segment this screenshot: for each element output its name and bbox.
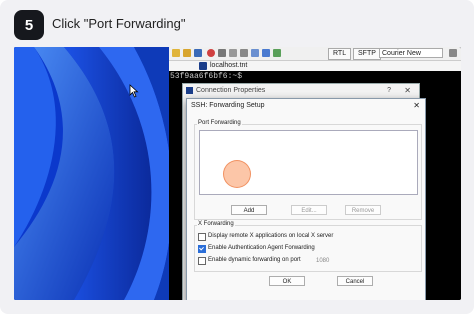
step-number-badge: 5: [14, 10, 44, 40]
dynamic-forwarding-option[interactable]: Enable dynamic forwarding on port: [198, 256, 301, 265]
option-label: Enable dynamic forwarding on port: [208, 257, 301, 263]
new-file-icon[interactable]: [172, 49, 180, 57]
log-icon[interactable]: [273, 49, 281, 57]
sftp-button[interactable]: SFTP: [353, 48, 381, 60]
checkbox[interactable]: [198, 245, 206, 253]
font-select[interactable]: Courier New: [379, 48, 443, 58]
checkbox[interactable]: [198, 233, 206, 241]
bloom-wallpaper-graphic: [14, 47, 169, 300]
dynamic-port-field[interactable]: 1080: [316, 258, 329, 264]
save-icon[interactable]: [194, 49, 202, 57]
session-tab-label: localhost.tnt: [210, 62, 248, 69]
close-icon[interactable]: ✕: [404, 84, 411, 97]
paste-icon[interactable]: [240, 49, 248, 57]
copy-icon[interactable]: [229, 49, 237, 57]
checkbox[interactable]: [198, 257, 206, 265]
help-button[interactable]: ?: [387, 84, 391, 97]
click-highlight-marker: [223, 160, 251, 188]
terminal-prompt: 53f9aa6f6bf6:~$: [170, 72, 243, 81]
print-icon[interactable]: [251, 49, 259, 57]
screenshot: RTL SFTP Courier New localhost.tnt 53f9a…: [14, 47, 461, 300]
settings-icon[interactable]: [218, 49, 226, 57]
port-forwarding-label[interactable]: Port Forwarding: [197, 120, 242, 126]
connection-properties-titlebar: Connection Properties ? ✕: [183, 84, 419, 97]
rtl-button[interactable]: RTL: [328, 48, 352, 60]
remove-button[interactable]: Remove: [345, 205, 381, 215]
agent-forwarding-option[interactable]: Enable Authentication Agent Forwarding: [198, 244, 315, 253]
desktop-wallpaper: [14, 47, 169, 300]
x-forwarding-label: X Forwarding: [197, 221, 235, 227]
app-icon: [186, 87, 193, 94]
option-label: Display remote X applications on local X…: [208, 233, 334, 239]
close-icon[interactable]: ✕: [413, 101, 420, 110]
connection-properties-title: Connection Properties: [196, 87, 266, 94]
add-button[interactable]: Add: [231, 205, 267, 215]
font-size-icon[interactable]: [449, 49, 457, 57]
edit-button[interactable]: Edit...: [291, 205, 327, 215]
toolbar: RTL SFTP Courier New: [169, 47, 461, 61]
step-instruction: Click "Port Forwarding": [52, 16, 186, 31]
open-folder-icon[interactable]: [183, 49, 191, 57]
session-tabbar: localhost.tnt: [169, 61, 461, 71]
cancel-button[interactable]: Cancel: [337, 276, 373, 286]
disconnect-icon[interactable]: [207, 49, 215, 57]
display-remote-x-option[interactable]: Display remote X applications on local X…: [198, 232, 333, 241]
option-label: Enable Authentication Agent Forwarding: [208, 245, 315, 251]
session-tab[interactable]: localhost.tnt: [199, 61, 247, 71]
forwarding-setup-dialog: SSH: Forwarding Setup ✕ Port Forwarding …: [186, 98, 426, 300]
ok-button[interactable]: OK: [269, 276, 305, 286]
find-icon[interactable]: [262, 49, 270, 57]
tutorial-card: 5 Click "Port Forwarding" RTL SFTP Couri…: [0, 0, 474, 314]
forwarding-setup-title: SSH: Forwarding Setup: [191, 102, 265, 109]
session-icon: [199, 62, 207, 70]
mouse-pointer-icon: [129, 84, 139, 98]
